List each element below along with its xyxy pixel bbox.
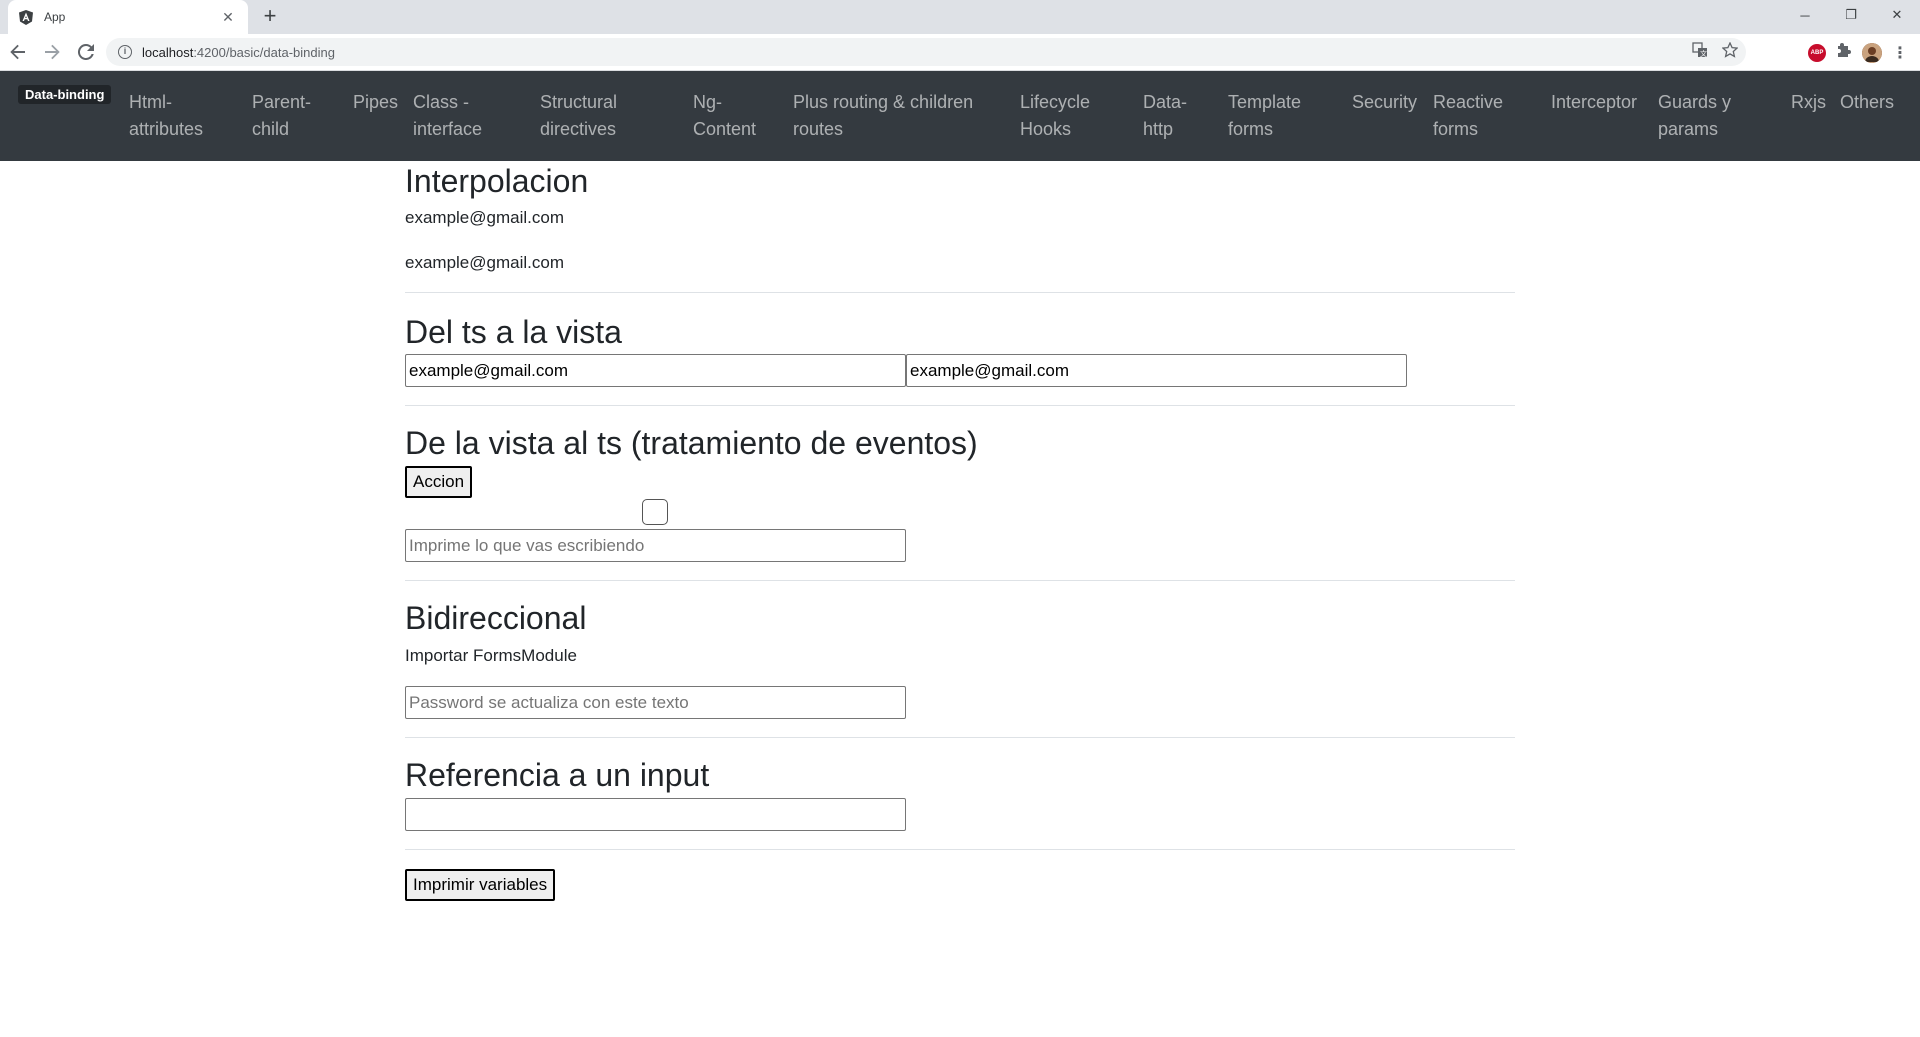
nav-item-html-attributes[interactable]: Html- attributes — [129, 89, 203, 143]
divider — [405, 849, 1515, 850]
angular-icon — [18, 9, 34, 25]
extensions-area: ABP ⋮ — [1808, 34, 1920, 71]
nav-item-class-interface[interactable]: Class - interface — [413, 89, 482, 143]
url-host: localhost — [142, 44, 194, 60]
divider — [405, 405, 1515, 406]
interpolation-text-1: example@gmail.com — [405, 208, 564, 227]
minimize-icon[interactable]: ─ — [1782, 0, 1828, 30]
reload-icon[interactable] — [70, 36, 102, 68]
reference-input[interactable] — [405, 798, 906, 831]
password-sync-input[interactable] — [405, 686, 906, 719]
print-variables-button[interactable]: Imprimir variables — [405, 869, 556, 901]
section-title-interpolacion: Interpolacion — [405, 163, 589, 199]
email-input-1[interactable] — [405, 354, 906, 387]
back-icon[interactable] — [2, 36, 34, 68]
divider — [405, 292, 1515, 293]
forward-icon[interactable] — [36, 36, 68, 68]
navbar-brand[interactable]: Data-binding — [18, 85, 112, 104]
nav-item-reactive-forms[interactable]: Reactive forms — [1433, 89, 1503, 143]
window-controls: ─ ❐ ✕ — [1782, 0, 1920, 30]
close-window-icon[interactable]: ✕ — [1874, 0, 1920, 30]
section-title-bidireccional: Bidireccional — [405, 600, 587, 636]
checkbox[interactable] — [642, 499, 668, 525]
svg-text:文: 文 — [1700, 49, 1707, 58]
divider — [405, 580, 1515, 581]
nav-item-ng-content[interactable]: Ng- Content — [693, 89, 756, 143]
address-bar[interactable]: i localhost:4200/basic/data-binding 文 — [106, 38, 1746, 66]
nav-item-parent-child[interactable]: Parent- child — [252, 89, 311, 143]
browser-toolbar: i localhost:4200/basic/data-binding 文 AB… — [0, 34, 1920, 71]
browser-tabstrip: App ✕ + ─ ❐ ✕ — [0, 0, 1920, 34]
adblock-icon[interactable]: ABP — [1808, 43, 1826, 62]
new-tab-icon[interactable]: + — [258, 5, 282, 29]
extensions-puzzle-icon[interactable] — [1836, 42, 1852, 63]
checkbox-row — [405, 499, 1515, 527]
accion-button[interactable]: Accion — [405, 466, 473, 498]
nav-item-pipes[interactable]: Pipes — [353, 89, 398, 116]
nav-item-lifecycle-hooks[interactable]: Lifecycle Hooks — [1020, 89, 1090, 143]
nav-item-routing-children[interactable]: Plus routing & children routes — [793, 89, 973, 143]
site-info-icon[interactable]: i — [118, 45, 132, 59]
nav-item-others[interactable]: Others — [1840, 89, 1894, 116]
app-navbar: Data-binding Html- attributes Parent- ch… — [0, 71, 1920, 161]
bookmark-star-icon[interactable] — [1721, 40, 1739, 63]
interpolation-text-2: example@gmail.com — [405, 253, 564, 272]
url-path: :4200/basic/data-binding — [193, 44, 335, 60]
translate-icon[interactable]: 文 — [1692, 41, 1708, 63]
nav-item-interceptor[interactable]: Interceptor — [1551, 89, 1637, 116]
section-title-referencia: Referencia a un input — [405, 757, 710, 793]
email-input-2[interactable] — [906, 354, 1407, 387]
section-title-ts-vista: Del ts a la vista — [405, 314, 622, 350]
main-content: Interpolacion example@gmail.com example@… — [405, 161, 1515, 901]
restore-icon[interactable]: ❐ — [1828, 0, 1874, 30]
nav-item-template-forms[interactable]: Template forms — [1228, 89, 1301, 143]
nav-item-structural-directives[interactable]: Structural directives — [540, 89, 617, 143]
event-input[interactable] — [405, 529, 906, 562]
tab-title: App — [44, 10, 66, 24]
ts-vista-inputs — [405, 354, 1515, 387]
browser-tab[interactable]: App ✕ — [8, 0, 248, 34]
bidireccional-text: Importar FormsModule — [405, 646, 577, 665]
nav-item-data-http[interactable]: Data- http — [1143, 89, 1187, 143]
nav-item-security[interactable]: Security — [1352, 89, 1417, 116]
nav-item-guards-params[interactable]: Guards y params — [1658, 89, 1731, 143]
section-title-vista-ts: De la vista al ts (tratamiento de evento… — [405, 425, 978, 461]
chrome-menu-icon[interactable]: ⋮ — [1892, 43, 1908, 63]
nav-item-rxjs[interactable]: Rxjs — [1791, 89, 1826, 116]
profile-avatar[interactable] — [1862, 42, 1882, 63]
close-tab-icon[interactable]: ✕ — [218, 9, 238, 26]
divider — [405, 737, 1515, 738]
